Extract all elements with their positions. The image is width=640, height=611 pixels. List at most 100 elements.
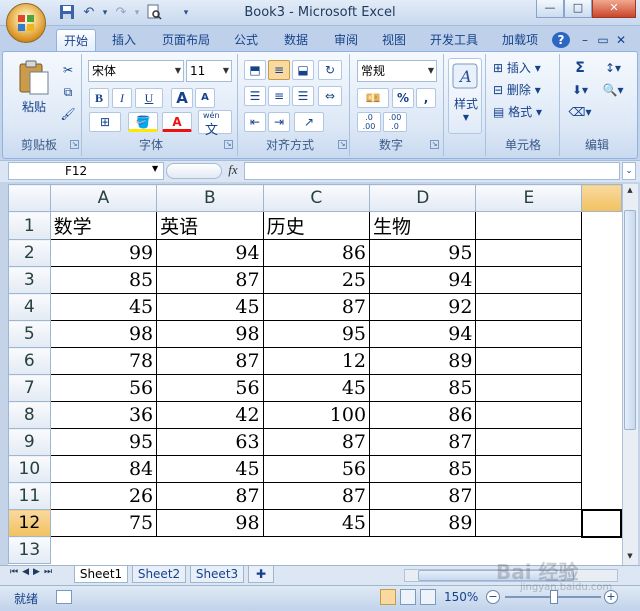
tab-home[interactable]: 开始 — [56, 29, 96, 51]
row-header[interactable]: 8 — [8, 401, 51, 429]
data-cell[interactable]: 89 — [369, 347, 477, 375]
empty-cell[interactable] — [263, 536, 370, 564]
align-right-button[interactable]: ☰ — [292, 86, 314, 106]
scroll-up-icon[interactable]: ▲ — [624, 186, 636, 196]
fill-icon[interactable]: ⬇▾ — [566, 80, 594, 100]
empty-cell[interactable] — [582, 267, 621, 294]
column-header-d[interactable]: D — [369, 184, 477, 212]
data-cell[interactable]: 87 — [156, 347, 264, 375]
copy-icon[interactable]: ⧉ — [58, 82, 78, 102]
ribbon-close-icon[interactable]: ✕ — [614, 29, 628, 51]
empty-cell[interactable] — [475, 320, 583, 348]
row-header[interactable]: 13 — [8, 536, 51, 564]
increase-decimal-button[interactable]: .0 .00 — [357, 112, 381, 132]
row-header[interactable]: 4 — [8, 293, 51, 321]
align-center-button[interactable]: ≡ — [268, 86, 290, 106]
empty-cell[interactable] — [475, 239, 583, 267]
empty-cell[interactable] — [582, 429, 621, 456]
empty-cell[interactable] — [582, 456, 621, 483]
empty-cell[interactable] — [156, 536, 264, 564]
maximize-button[interactable]: □ — [564, 0, 592, 18]
help-icon[interactable]: ? — [552, 32, 570, 48]
row-header[interactable]: 7 — [8, 374, 51, 402]
data-cell[interactable]: 25 — [262, 266, 371, 294]
data-cell[interactable]: 87 — [369, 428, 477, 456]
find-select-icon[interactable]: 🔍▾ — [598, 80, 628, 100]
insert-cells-button[interactable]: ⊞ 插入 ▾ — [492, 58, 556, 78]
header-cell[interactable]: 生物 — [369, 211, 477, 240]
data-cell[interactable]: 56 — [49, 374, 158, 402]
align-left-button[interactable]: ☰ — [244, 86, 266, 106]
sheet-nav-arrows-icon[interactable]: ⏮◀▶⏭ — [10, 567, 56, 577]
font-launcher-icon[interactable]: ↘ — [224, 140, 233, 149]
number-launcher-icon[interactable]: ↘ — [430, 140, 439, 149]
data-cell[interactable]: 78 — [49, 347, 158, 375]
expand-formula-bar-icon[interactable]: ⌄ — [622, 162, 636, 180]
grow-font-button[interactable]: A — [171, 88, 193, 108]
macro-record-icon[interactable] — [56, 590, 72, 604]
data-cell[interactable]: 42 — [156, 401, 264, 429]
currency-button[interactable]: 💴 — [357, 88, 389, 108]
empty-cell[interactable] — [369, 536, 476, 564]
empty-cell[interactable] — [582, 402, 621, 429]
font-color-button[interactable]: A — [162, 112, 192, 132]
row-header[interactable]: 12 — [8, 509, 51, 537]
phonetic-guide-button[interactable]: wén 文 — [198, 110, 232, 138]
data-cell[interactable]: 99 — [49, 239, 158, 267]
ribbon-minimize-icon[interactable]: – — [578, 29, 592, 51]
comma-button[interactable]: , — [416, 88, 436, 108]
data-cell[interactable]: 95 — [262, 320, 371, 348]
insert-sheet-icon[interactable]: ✚ — [248, 566, 274, 583]
empty-cell[interactable] — [475, 455, 583, 483]
align-middle-button[interactable]: ≡ — [268, 60, 290, 80]
decrease-decimal-button[interactable]: .00 .0 — [383, 112, 407, 132]
data-cell[interactable]: 95 — [49, 428, 158, 456]
data-cell[interactable]: 56 — [262, 455, 371, 483]
increase-indent-button[interactable]: ⇥ — [268, 112, 290, 132]
header-cell[interactable]: 数学 — [49, 211, 158, 240]
formula-splitter[interactable] — [166, 163, 222, 179]
data-cell[interactable]: 86 — [369, 401, 477, 429]
tab-developer[interactable]: 开发工具 — [422, 29, 486, 51]
empty-cell[interactable] — [582, 240, 621, 267]
data-cell[interactable]: 94 — [369, 320, 477, 348]
text-orientation-button[interactable]: ↗ — [294, 112, 324, 132]
data-cell[interactable]: 85 — [369, 455, 477, 483]
column-header-a[interactable]: A — [49, 184, 158, 212]
column-header-e[interactable]: E — [475, 184, 583, 212]
data-cell[interactable]: 45 — [262, 374, 371, 402]
data-cell[interactable]: 45 — [49, 293, 158, 321]
percent-button[interactable]: % — [392, 88, 414, 108]
scroll-down-icon[interactable]: ▼ — [624, 552, 636, 562]
data-cell[interactable]: 94 — [156, 239, 264, 267]
sheet-tab-3[interactable]: Sheet3 — [190, 566, 244, 583]
data-cell[interactable]: 87 — [369, 482, 477, 510]
empty-cell[interactable] — [582, 212, 621, 240]
data-cell[interactable]: 98 — [49, 320, 158, 348]
formula-input[interactable] — [244, 162, 620, 180]
row-header[interactable]: 11 — [8, 482, 51, 510]
row-header[interactable]: 10 — [8, 455, 51, 483]
tab-insert[interactable]: 插入 — [104, 29, 144, 51]
number-format-combo[interactable]: 常规 ▼ — [357, 60, 437, 82]
vertical-scroll-thumb[interactable] — [624, 210, 636, 430]
page-break-view-icon[interactable] — [420, 589, 436, 605]
empty-cell[interactable] — [475, 293, 583, 321]
data-cell[interactable]: 98 — [156, 509, 264, 537]
empty-cell[interactable] — [582, 321, 621, 348]
data-cell[interactable]: 95 — [369, 239, 477, 267]
name-box-dropdown-icon[interactable]: ▼ — [152, 164, 158, 173]
active-cell[interactable] — [580, 508, 622, 538]
data-cell[interactable]: 45 — [156, 455, 264, 483]
ribbon-restore-icon[interactable]: ▭ — [596, 29, 610, 51]
cell-table[interactable]: A B C D E 1 数学 英语 历史 生物 2 99 94 86 95 3 85 87 25 94 4 45… — [8, 184, 622, 564]
row-header[interactable]: 9 — [8, 428, 51, 456]
empty-cell[interactable] — [50, 536, 157, 564]
wrap-orientation-button[interactable]: ↻ — [318, 60, 342, 80]
row-header[interactable]: 3 — [8, 266, 51, 294]
underline-button[interactable]: U — [135, 88, 163, 108]
data-cell[interactable]: 45 — [262, 509, 371, 537]
clipboard-launcher-icon[interactable]: ↘ — [70, 140, 79, 149]
font-size-combo[interactable]: 11 ▼ — [186, 60, 232, 82]
data-cell[interactable]: 84 — [49, 455, 158, 483]
